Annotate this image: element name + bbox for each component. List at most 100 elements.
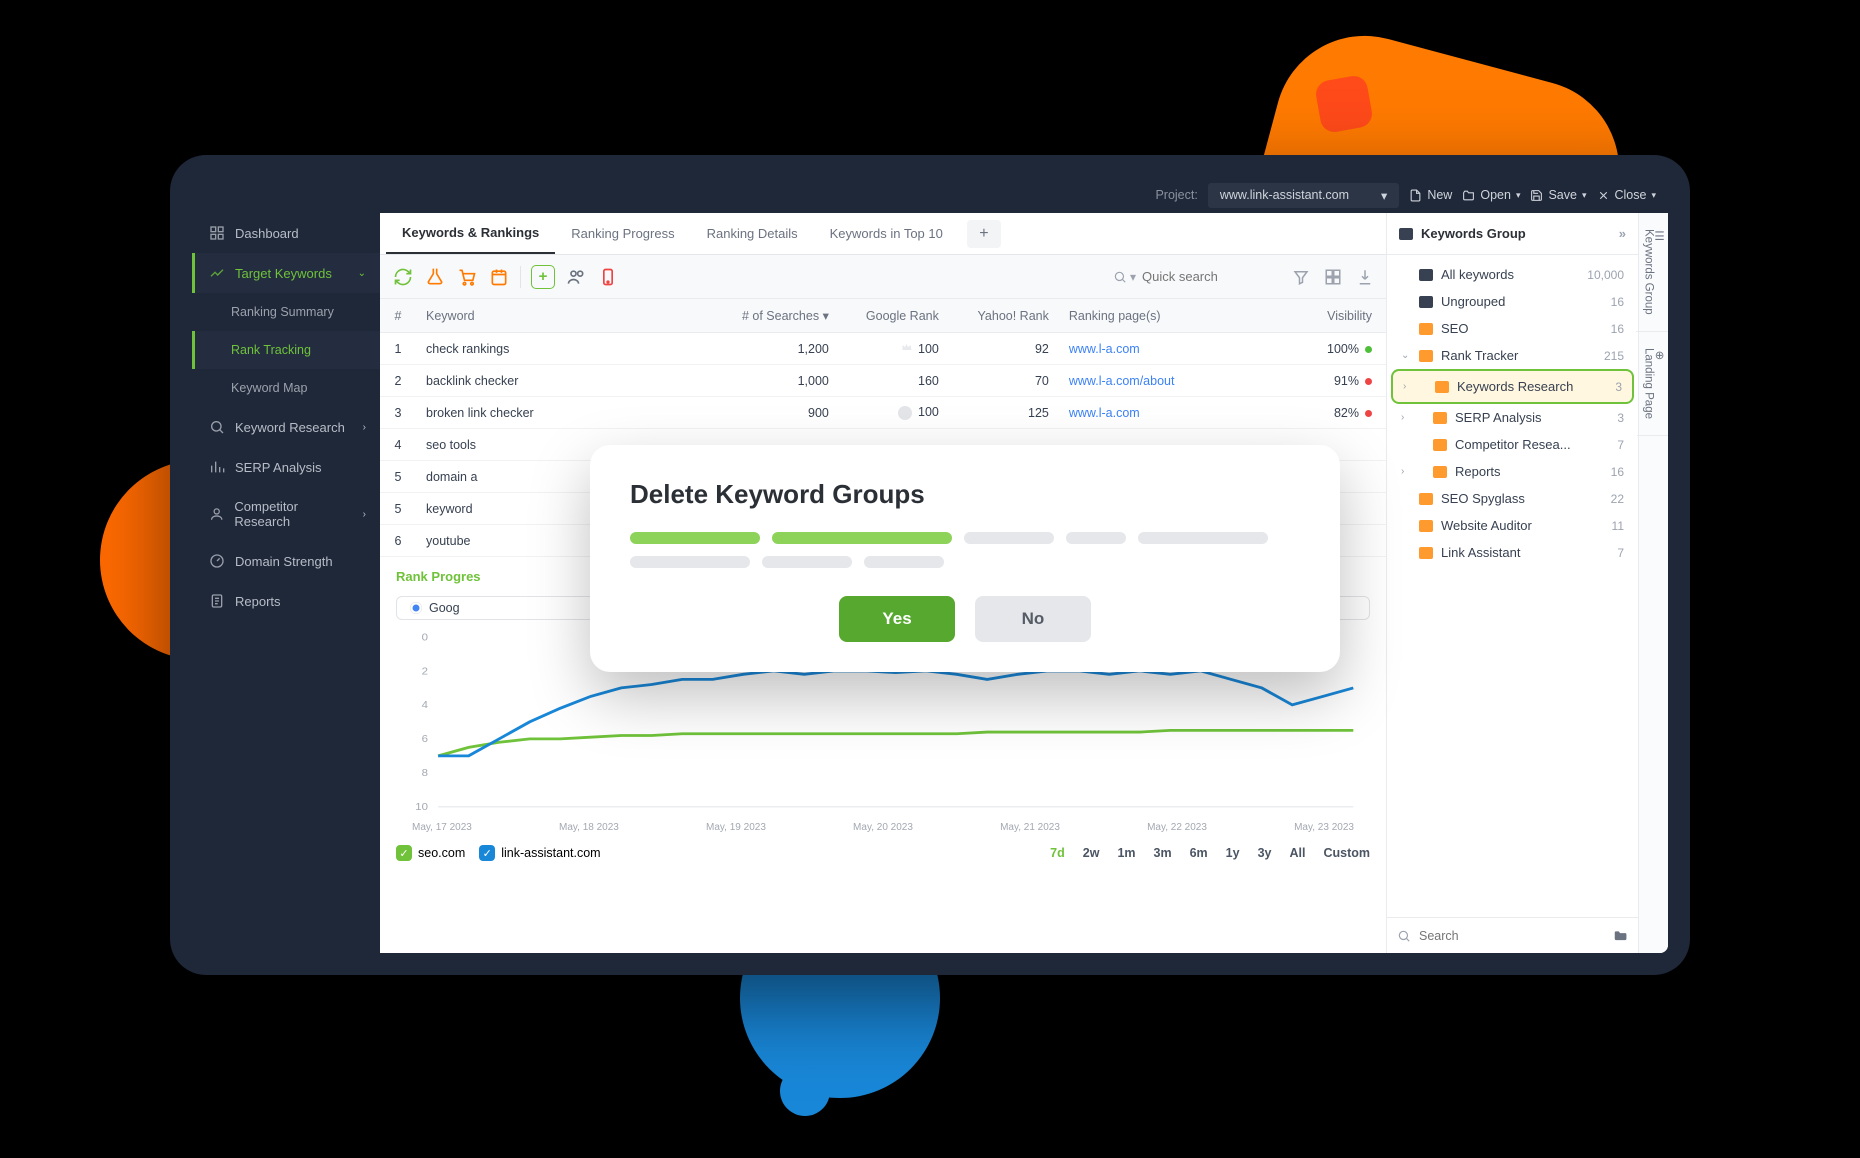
- sidebar-sub-keyword-map[interactable]: Keyword Map: [192, 369, 380, 407]
- users-icon[interactable]: [565, 266, 587, 288]
- tab-add-button[interactable]: +: [967, 220, 1001, 248]
- calendar-icon[interactable]: [488, 266, 510, 288]
- sidebar-sub-rank-tracking[interactable]: Rank Tracking: [192, 331, 380, 369]
- dialog-title: Delete Keyword Groups: [630, 479, 1300, 510]
- sidebar-item-dashboard[interactable]: Dashboard: [192, 213, 380, 253]
- sidebar-item-serp-analysis[interactable]: SERP Analysis: [192, 447, 380, 487]
- svg-text:10: 10: [415, 802, 428, 813]
- sidebar-item-keyword-research[interactable]: Keyword Research ›: [192, 407, 380, 447]
- search-icon: [1113, 270, 1127, 284]
- range-7d[interactable]: 7d: [1050, 846, 1065, 860]
- kwg-item[interactable]: Website Auditor11: [1391, 512, 1634, 539]
- sidebar-sub-ranking-summary[interactable]: Ranking Summary: [192, 293, 380, 331]
- table-row[interactable]: 1check rankings1,20010092www.l-a.com100%: [380, 333, 1386, 365]
- tab-keywords-rankings[interactable]: Keywords & Rankings: [386, 213, 555, 254]
- table-row[interactable]: 2backlink checker1,00016070www.l-a.com/a…: [380, 365, 1386, 397]
- col-index[interactable]: #: [380, 309, 416, 323]
- add-button[interactable]: +: [531, 265, 555, 289]
- kwg-item[interactable]: Ungrouped16: [1391, 288, 1634, 315]
- kwg-item[interactable]: ›Keywords Research3: [1391, 369, 1634, 404]
- sort-desc-icon: ▾: [823, 309, 829, 323]
- range-2w[interactable]: 2w: [1083, 846, 1100, 860]
- sidebar-item-target-keywords[interactable]: Target Keywords ⌄: [192, 253, 380, 293]
- project-label: Project:: [1155, 188, 1197, 202]
- sidebar-item-domain-strength[interactable]: Domain Strength: [192, 541, 380, 581]
- device-icon[interactable]: [597, 266, 619, 288]
- col-searches[interactable]: # of Searches ▾: [699, 308, 839, 323]
- col-google-rank[interactable]: Google Rank: [839, 309, 949, 323]
- side-tab-kwg[interactable]: ☰ Keywords Group: [1636, 213, 1668, 332]
- search-dropdown[interactable]: ▾: [1113, 270, 1136, 284]
- refresh-icon[interactable]: [392, 266, 414, 288]
- folder-open-icon: [1462, 189, 1475, 202]
- project-value: www.link-assistant.com: [1220, 188, 1349, 202]
- checkbox-icon: ✓: [396, 845, 412, 861]
- legend-link-assistant[interactable]: ✓link-assistant.com: [479, 845, 600, 861]
- collapse-icon[interactable]: »: [1619, 226, 1626, 241]
- file-icon: [1409, 189, 1422, 202]
- chevron-right-icon: ›: [363, 422, 366, 433]
- col-ranking-pages[interactable]: Ranking page(s): [1059, 309, 1276, 323]
- cart-icon[interactable]: [456, 266, 478, 288]
- yes-button[interactable]: Yes: [839, 596, 955, 642]
- range-3m[interactable]: 3m: [1154, 846, 1172, 860]
- range-6m[interactable]: 6m: [1190, 846, 1208, 860]
- range-All[interactable]: All: [1289, 846, 1305, 860]
- kwg-item[interactable]: Competitor Resea...7: [1391, 431, 1634, 458]
- chevron-down-icon: ▾: [1582, 190, 1587, 201]
- svg-text:2: 2: [422, 666, 428, 677]
- range-3y[interactable]: 3y: [1258, 846, 1272, 860]
- toolbar: + ▾: [380, 255, 1386, 299]
- table-row[interactable]: 3broken link checker900100125www.l-a.com…: [380, 397, 1386, 429]
- checkbox-icon: ✓: [479, 845, 495, 861]
- save-icon: [1530, 189, 1543, 202]
- col-keyword[interactable]: Keyword: [416, 309, 699, 323]
- close-button[interactable]: Close▾: [1597, 188, 1657, 202]
- user-icon: [209, 506, 224, 522]
- no-button[interactable]: No: [975, 596, 1091, 642]
- tabs: Keywords & Rankings Ranking Progress Ran…: [380, 213, 1386, 255]
- kwg-item[interactable]: All keywords10,000: [1391, 261, 1634, 288]
- kwg-item[interactable]: SEO16: [1391, 315, 1634, 342]
- svg-text:4: 4: [422, 700, 428, 711]
- quick-search-input[interactable]: [1142, 269, 1282, 284]
- time-ranges: 7d 2w 1m 3m 6m 1y 3y All Custom: [1050, 846, 1370, 860]
- open-button[interactable]: Open▾: [1462, 188, 1520, 202]
- legend-seo[interactable]: ✓seo.com: [396, 845, 465, 861]
- filter-icon[interactable]: [1292, 268, 1310, 286]
- chevron-down-icon: ▾: [1381, 188, 1387, 203]
- kwg-title: Keywords Group: [1421, 226, 1526, 241]
- document-icon: [209, 593, 225, 609]
- svg-text:8: 8: [422, 768, 428, 779]
- project-selector[interactable]: www.link-assistant.com ▾: [1208, 183, 1399, 208]
- range-Custom[interactable]: Custom: [1323, 846, 1370, 860]
- sidebar-item-reports[interactable]: Reports: [192, 581, 380, 621]
- download-icon[interactable]: [1356, 268, 1374, 286]
- side-tab-landing-page[interactable]: ⊕ Landing Page: [1637, 332, 1668, 436]
- grid-icon[interactable]: [1324, 268, 1342, 286]
- chevron-down-icon: ▾: [1516, 190, 1521, 201]
- kwg-item[interactable]: ›SERP Analysis3: [1391, 404, 1634, 431]
- flask-icon[interactable]: [424, 266, 446, 288]
- kwg-search-input[interactable]: [1419, 929, 1604, 943]
- range-1m[interactable]: 1m: [1117, 846, 1135, 860]
- col-yahoo-rank[interactable]: Yahoo! Rank: [949, 309, 1059, 323]
- kwg-item[interactable]: SEO Spyglass22: [1391, 485, 1634, 512]
- search-icon: [209, 419, 225, 435]
- range-1y[interactable]: 1y: [1226, 846, 1240, 860]
- svg-text:0: 0: [422, 632, 428, 643]
- kwg-item[interactable]: ›Reports16: [1391, 458, 1634, 485]
- col-visibility[interactable]: Visibility: [1276, 309, 1386, 323]
- folder-add-icon[interactable]: [1612, 929, 1628, 943]
- save-button[interactable]: Save▾: [1530, 188, 1586, 202]
- tab-ranking-details[interactable]: Ranking Details: [691, 213, 814, 254]
- tab-keywords-top10[interactable]: Keywords in Top 10: [814, 213, 959, 254]
- bar-chart-icon: [209, 459, 225, 475]
- sidebar-item-competitor-research[interactable]: Competitor Research ›: [192, 487, 380, 541]
- gauge-icon: [209, 553, 225, 569]
- kwg-item[interactable]: ⌄Rank Tracker215: [1391, 342, 1634, 369]
- kwg-item[interactable]: Link Assistant7: [1391, 539, 1634, 566]
- tab-ranking-progress[interactable]: Ranking Progress: [555, 213, 690, 254]
- new-button[interactable]: New: [1409, 188, 1452, 202]
- folder-icon: [1399, 228, 1413, 240]
